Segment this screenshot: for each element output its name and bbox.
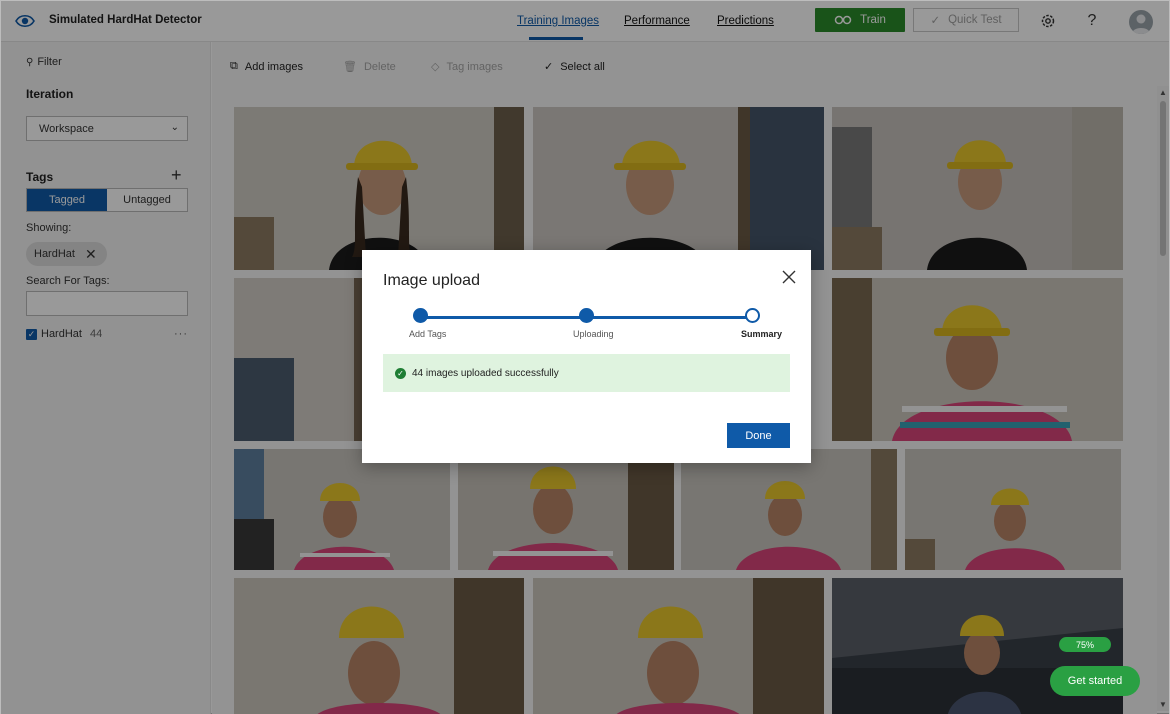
step-label-summary: Summary [741,329,783,339]
step-dot-add-tags [413,308,428,323]
done-button[interactable]: Done [727,423,790,448]
success-message: ✓ 44 images uploaded successfully [383,354,790,392]
close-icon[interactable] [780,268,798,286]
step-dot-summary [745,308,760,323]
success-text: 44 images uploaded successfully [412,367,559,379]
success-check-icon: ✓ [395,367,406,379]
step-dot-uploading [579,308,594,323]
dialog-title: Image upload [383,272,480,289]
step-label-uploading: Uploading [573,329,614,339]
app-window: Simulated HardHat Detector Training Imag… [0,0,1170,714]
progress-badge: 75% [1059,637,1111,652]
step-label-add-tags: Add Tags [409,329,447,339]
image-upload-dialog: Image upload Add Tags Uploading Summary … [362,250,811,463]
get-started-button[interactable]: Get started [1050,666,1140,696]
